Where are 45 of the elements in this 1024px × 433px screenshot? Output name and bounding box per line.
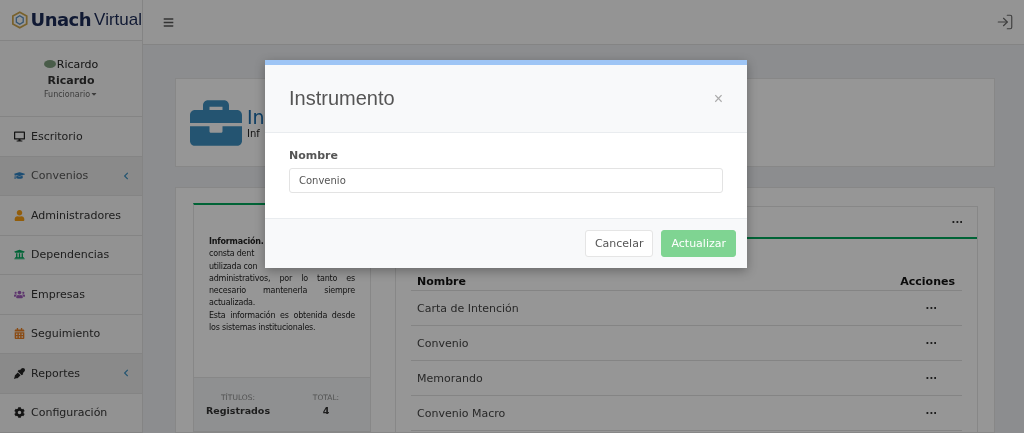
monitor-icon — [14, 130, 25, 142]
dropper-icon — [14, 367, 25, 379]
chevron-icon — [122, 369, 130, 378]
modal-title: Instrumento — [289, 87, 395, 110]
chevron-icon — [122, 171, 130, 180]
actions-button[interactable]: ··· — [925, 337, 955, 349]
info-text: Información. — [209, 236, 265, 248]
table-cell: Convenio — [417, 336, 469, 350]
menu-item[interactable]: Convenios — [0, 156, 142, 196]
people-icon — [14, 288, 25, 300]
menu-icon[interactable] — [163, 16, 174, 28]
stat-value: 4 — [322, 405, 330, 416]
settings-icon — [14, 407, 25, 419]
brand-suffix: Virtual — [94, 9, 142, 30]
cancel-button[interactable]: Cancelar — [584, 230, 654, 257]
hexagon-logo-icon — [12, 9, 28, 30]
menu-item[interactable]: Reportes — [0, 354, 142, 394]
table-cell: Carta de Intención — [417, 301, 519, 315]
actions-button[interactable]: ··· — [925, 407, 955, 419]
more-button[interactable]: ··· — [951, 216, 963, 228]
stat-value: Registrados — [205, 405, 271, 416]
avatar-alt-text: Ricardo — [56, 57, 99, 71]
sign-in-icon[interactable] — [996, 13, 1014, 31]
info-text: administrativos, por lo tanto es necesario mantenerla siempre actualizada. — [209, 272, 355, 310]
page-subtitle: Inf — [247, 128, 261, 139]
info-text: consta dent — [209, 248, 256, 261]
page-title: In — [247, 106, 265, 128]
user-name: Ricardo — [47, 73, 95, 87]
broken-image-icon — [43, 60, 56, 69]
table-cell: Convenio Macro — [417, 406, 506, 420]
name-input-field[interactable]: Convenio — [289, 168, 723, 193]
graduation-cap-icon — [14, 170, 25, 182]
info-text: utilizada con — [209, 260, 259, 273]
column-header: Acciones — [900, 275, 955, 288]
role-dropdown[interactable]: Funcionario — [43, 89, 99, 99]
actions-button[interactable]: ··· — [925, 302, 955, 314]
bank-icon — [14, 249, 25, 261]
brand-name: Unach — [30, 9, 92, 31]
info-text: Esta información es obtenida desde los sistemas institucionales. — [209, 309, 355, 335]
table-cell: Memorando — [417, 371, 483, 385]
field-label: Nombre — [289, 149, 339, 162]
actions-button[interactable]: ··· — [925, 372, 955, 384]
calendar-icon — [14, 328, 25, 340]
column-header: Nombre — [417, 275, 466, 288]
person-icon — [14, 209, 25, 221]
